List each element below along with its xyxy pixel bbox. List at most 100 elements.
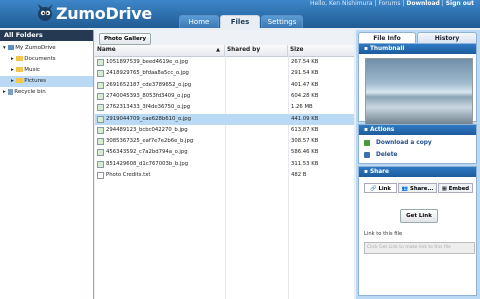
- table-row[interactable]: 2691652187_cde3789652_o.jpg 401.47 KB: [95, 80, 354, 91]
- thumbnail-image[interactable]: [365, 58, 473, 129]
- text-file-icon: [97, 172, 104, 179]
- link-label: Link to this file: [364, 231, 403, 237]
- image-file-icon: [97, 115, 104, 123]
- table-row[interactable]: 2418929765_bfdaa8a5cc_o.jpg 291.54 KB: [95, 68, 354, 79]
- download-copy-action[interactable]: Download a copy: [359, 137, 476, 149]
- user-text: Hello, Ken Nishimura | Forums |: [309, 0, 405, 7]
- table-row[interactable]: 294489123_bcbc042270_b.jpg 613.87 KB: [95, 125, 354, 136]
- tab-history[interactable]: History: [417, 32, 477, 43]
- image-file-icon: [97, 81, 104, 89]
- table-row[interactable]: 2740045393_8053fd3409_o.jpg 604.28 KB: [95, 91, 354, 102]
- image-file-icon: [97, 149, 104, 157]
- share-box: ▪ Share 🔗 Link 👥 Share... ▦ Embed Get Li…: [358, 166, 477, 296]
- get-link-button[interactable]: Get Link: [400, 209, 438, 223]
- delete-icon: [364, 151, 370, 158]
- folder-icon: [15, 78, 23, 83]
- tab-files[interactable]: Files: [220, 15, 260, 28]
- tree-label: Recycle bin: [14, 89, 46, 95]
- separator: |: [441, 0, 444, 7]
- tree-item-myzumodrive[interactable]: ▾ My ZumoDrive: [0, 43, 93, 54]
- tab-file-info[interactable]: File Info: [358, 32, 416, 43]
- download-icon: [364, 139, 370, 146]
- file-size: 308.57 KB: [291, 138, 319, 145]
- table-row[interactable]: 456343592_c7a2bd794a_o.jpg 586.46 KB: [95, 147, 354, 158]
- app-logo[interactable]: ZumoDrive: [56, 4, 152, 23]
- link-field[interactable]: Click Get Link to make link to this file: [364, 242, 475, 254]
- download-link[interactable]: Download: [406, 0, 439, 7]
- table-row[interactable]: 851429608_d1c767003b_b.jpg 311.53 KB: [95, 159, 354, 170]
- file-size: 482 B: [291, 172, 307, 178]
- thumbnail-box: ▪ Thumbnail: [358, 43, 477, 129]
- table-row[interactable]: 3085367325_eaf7e7e2b6e_b.jpg 308.57 KB: [95, 136, 354, 147]
- collapse-arrow-icon[interactable]: ▸: [11, 67, 14, 73]
- drive-icon: [7, 45, 14, 50]
- folder-icon: [15, 56, 23, 61]
- file-name: 1051897539_beed4619e_o.jpg: [106, 59, 189, 65]
- tree-item-documents[interactable]: ▸ Documents: [0, 54, 93, 65]
- collapse-arrow-icon[interactable]: ▸: [3, 89, 6, 95]
- table-row[interactable]: 1051897539_beed4619e_o.jpg 267.54 KB: [95, 57, 354, 68]
- file-name: 2762313433_3f4de36750_o.jpg: [106, 104, 191, 111]
- file-size: 441.09 KB: [291, 115, 319, 122]
- folder-tree-panel: All Folders ▾ My ZumoDrive ▸ Documents ▸…: [0, 30, 94, 299]
- file-toolbar: Photo Gallery: [95, 30, 354, 46]
- file-name: 2691652187_cde3789652_o.jpg: [106, 81, 192, 88]
- table-row[interactable]: 2762313433_3f4de36750_o.jpg 1.26 MB: [95, 102, 354, 113]
- zumo-mascot-icon: [34, 2, 56, 24]
- share-tab-link[interactable]: 🔗 Link: [364, 183, 397, 193]
- sort-ascending-icon[interactable]: ▲: [216, 45, 220, 56]
- image-file-icon: [97, 104, 104, 112]
- tree-item-pictures[interactable]: ▸ Pictures: [0, 76, 93, 87]
- file-name: 851429608_d1c767003b_b.jpg: [106, 160, 189, 167]
- image-file-icon: [97, 70, 104, 78]
- column-name[interactable]: Name ▲: [95, 45, 225, 56]
- photo-gallery-button[interactable]: Photo Gallery: [99, 33, 151, 45]
- thumbnail-title: ▪ Thumbnail: [359, 44, 476, 54]
- details-panel: File Info History ▪ Thumbnail ▪ Actions …: [356, 30, 480, 299]
- recycle-bin-icon: [7, 88, 13, 95]
- tree-item-music[interactable]: ▸ Music: [0, 65, 93, 76]
- file-name: 3085367325_eaf7e7e2b6e_b.jpg: [106, 138, 194, 145]
- file-name: 2740045393_8053fd3409_o.jpg: [106, 92, 191, 99]
- share-title: ▪ Share: [359, 167, 476, 177]
- file-name: 2919044709_cae628b610_o.jpg: [106, 115, 192, 122]
- share-tab-embed[interactable]: ▦ Embed: [438, 183, 473, 193]
- file-size: 267.54 KB: [291, 59, 319, 65]
- collapse-arrow-icon[interactable]: ▸: [11, 78, 14, 84]
- signout-link[interactable]: Sign out: [446, 0, 474, 7]
- image-file-icon: [97, 160, 104, 168]
- user-bar: Hello, Ken Nishimura | Forums | Download…: [310, 0, 474, 7]
- tree-item-recycle-bin[interactable]: ▸ Recycle bin: [0, 87, 93, 98]
- actions-box: ▪ Actions Download a copy Delete: [358, 124, 477, 164]
- file-size: 613.87 KB: [291, 126, 319, 133]
- collapse-arrow-icon[interactable]: ▸: [11, 56, 14, 62]
- share-tab-share[interactable]: 👥 Share...: [398, 183, 437, 193]
- tab-home[interactable]: Home: [179, 15, 219, 28]
- table-row[interactable]: Photo Credits.txt 482 B: [95, 170, 354, 181]
- file-list-panel: Photo Gallery Name ▲ Shared by Size 1051…: [95, 30, 354, 299]
- app-header: ZumoDrive Hello, Ken Nishimura | Forums …: [0, 0, 480, 28]
- file-size: 311.53 KB: [291, 160, 319, 167]
- folder-icon: [15, 67, 23, 72]
- file-size: 401.47 KB: [291, 81, 319, 88]
- tree-label: My ZumoDrive: [15, 45, 56, 51]
- file-name: 294489123_bcbc042270_b.jpg: [106, 126, 188, 133]
- file-size: 604.28 KB: [291, 92, 319, 99]
- delete-action[interactable]: Delete: [359, 149, 476, 161]
- tab-settings[interactable]: Settings: [261, 15, 303, 28]
- tree-label: Pictures: [24, 78, 47, 84]
- tree-label: Music: [24, 67, 40, 73]
- folder-panel-title: All Folders: [0, 30, 93, 41]
- table-row[interactable]: 2919044709_cae628b610_o.jpg 441.09 KB: [95, 113, 354, 125]
- file-name: 2418929765_bfdaa8a5cc_o.jpg: [106, 70, 189, 77]
- image-file-icon: [97, 138, 104, 146]
- file-name: Photo Credits.txt: [106, 172, 151, 178]
- actions-title: ▪ Actions: [359, 125, 476, 135]
- expand-arrow-icon[interactable]: ▾: [3, 45, 6, 51]
- image-file-icon: [97, 126, 104, 134]
- column-shared-by[interactable]: Shared by: [225, 45, 288, 56]
- tree-label: Documents: [24, 56, 56, 62]
- file-size: 586.46 KB: [291, 149, 319, 156]
- file-size: 291.54 KB: [291, 70, 319, 77]
- column-size[interactable]: Size: [288, 45, 354, 56]
